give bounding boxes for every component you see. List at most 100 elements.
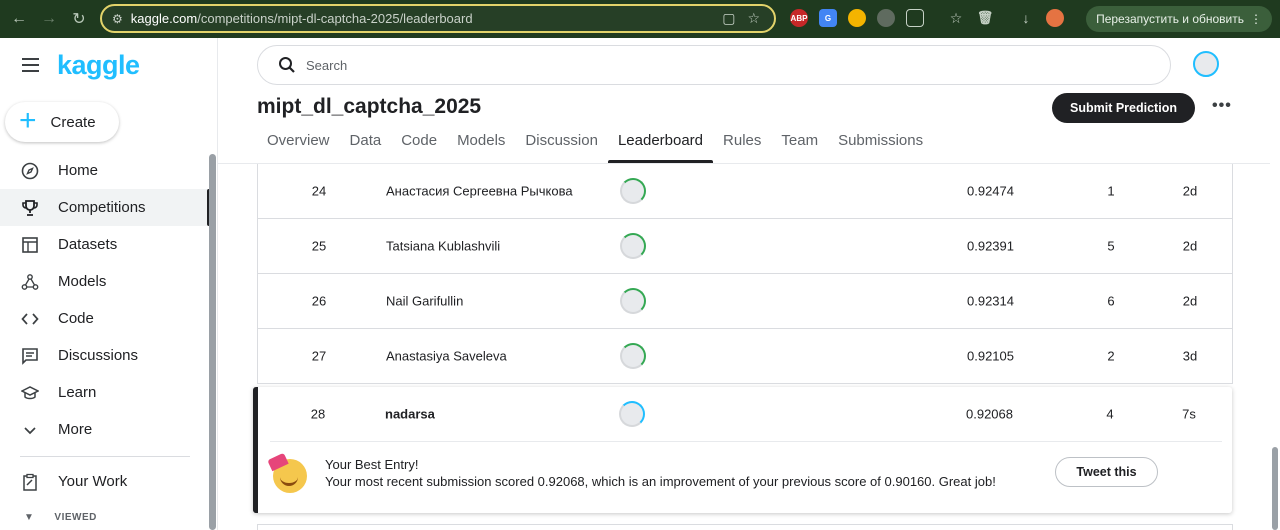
extension-compass-icon[interactable]	[848, 9, 866, 27]
sidebar-item-competitions[interactable]: Competitions	[0, 189, 210, 226]
tab-code[interactable]: Code	[391, 132, 447, 163]
table-row[interactable]: 26 Nail Garifullin 0.92314 6 2d	[257, 274, 1233, 329]
site-settings-icon[interactable]: ⚙	[112, 12, 123, 26]
my-table-row[interactable]: 28 nadarsa 0.92068 4 7s	[258, 387, 1232, 441]
tab-rules[interactable]: Rules	[713, 132, 771, 163]
install-app-icon[interactable]: ▢	[722, 10, 735, 27]
create-label: Create	[50, 113, 96, 131]
kaggle-logo[interactable]: kaggle	[57, 50, 140, 81]
sidebar-item-label: Your Work	[58, 473, 128, 490]
plus-icon: +	[19, 103, 37, 137]
reload-icon[interactable]: ↻	[68, 8, 90, 30]
translate-icon[interactable]: G	[819, 9, 837, 27]
team-name-link[interactable]: Nail Garifullin	[386, 294, 463, 309]
back-icon[interactable]: ←	[8, 8, 30, 30]
team-name-link[interactable]: Анастасия Сергеевна Рычкова	[386, 184, 573, 199]
last-submission-cell: 3d	[1182, 348, 1198, 364]
viewed-label: VIEWED	[54, 512, 97, 523]
browser-toolbar: ← → ↻ ⚙ kaggle.com/competitions/mipt-dl-…	[0, 0, 1280, 38]
search-bar[interactable]	[257, 45, 1171, 85]
page-scrollbar[interactable]	[1272, 447, 1278, 530]
tab-leaderboard[interactable]: Leaderboard	[607, 132, 714, 163]
party-face-icon	[273, 459, 307, 493]
forward-icon[interactable]: →	[38, 8, 60, 30]
clipboard-icon	[21, 473, 39, 491]
sidebar-item-label: Home	[58, 162, 99, 179]
sidebar-item-models[interactable]: Models	[0, 263, 210, 300]
more-options-icon[interactable]: •••	[1212, 97, 1232, 115]
submit-prediction-button[interactable]: Submit Prediction	[1052, 93, 1195, 123]
sidebar-item-label: Learn	[58, 384, 97, 401]
viewed-section-toggle[interactable]: ▼ VIEWED	[24, 512, 97, 523]
tab-team[interactable]: Team	[771, 132, 828, 163]
trash-icon[interactable]: 🗑	[976, 9, 994, 27]
sidebar-item-your-work[interactable]: Your Work	[0, 463, 210, 500]
member-avatar[interactable]	[620, 343, 646, 369]
last-submission-cell: 7s	[1182, 406, 1196, 422]
sidebar-item-label: More	[58, 421, 93, 438]
sidebar-item-datasets[interactable]: Datasets	[0, 226, 210, 263]
sidebar-item-home[interactable]: Home	[0, 152, 210, 189]
best-entry-title: Your Best Entry!	[325, 457, 419, 472]
score-cell: 0.92474	[967, 183, 1014, 199]
sidebar-item-label: Code	[58, 310, 94, 327]
comments-icon	[21, 347, 39, 365]
tab-discussion[interactable]: Discussion	[515, 132, 608, 163]
member-avatar[interactable]	[620, 288, 646, 314]
team-name-link[interactable]: nadarsa	[385, 407, 435, 422]
sidebar-scrollbar[interactable]	[209, 154, 216, 530]
adblock-icon[interactable]: ABP	[790, 9, 808, 27]
score-cell: 0.92314	[967, 293, 1014, 309]
entries-cell: 4	[1106, 406, 1114, 422]
team-name-link[interactable]: Anastasiya Saveleva	[386, 349, 507, 364]
relaunch-label: Перезапустить и обновить	[1096, 12, 1244, 26]
user-avatar[interactable]	[1193, 51, 1219, 77]
code-icon	[21, 310, 39, 328]
rank-cell: 25	[311, 238, 327, 254]
hamburger-menu-icon[interactable]	[22, 58, 39, 76]
sidebar: kaggle + Create Home Competitions Datase…	[0, 38, 218, 530]
sidebar-item-code[interactable]: Code	[0, 300, 210, 337]
rank-cell: 24	[311, 183, 327, 199]
card-divider	[270, 441, 1222, 442]
tab-submissions[interactable]: Submissions	[828, 132, 933, 163]
member-avatar[interactable]	[620, 178, 646, 204]
tab-overview[interactable]: Overview	[257, 132, 340, 163]
sidebar-nav: Home Competitions Datasets Models Code D…	[0, 152, 210, 448]
bookmarks-icon[interactable]: ☆	[947, 9, 965, 27]
entries-cell: 1	[1107, 183, 1115, 199]
sidebar-item-discussions[interactable]: Discussions	[0, 337, 210, 374]
sidebar-item-more[interactable]: More	[0, 411, 210, 448]
url-path: /competitions/mipt-dl-captcha-2025/leade…	[197, 11, 473, 26]
search-input[interactable]	[306, 57, 906, 73]
trophy-icon	[21, 199, 39, 217]
tab-models[interactable]: Models	[447, 132, 515, 163]
table-row[interactable]: 25 Tatsiana Kublashvili 0.92391 5 2d	[257, 219, 1233, 274]
models-icon	[21, 273, 39, 291]
sidebar-item-learn[interactable]: Learn	[0, 374, 210, 411]
tab-data[interactable]: Data	[340, 132, 392, 163]
member-avatar[interactable]	[619, 401, 645, 427]
profile-avatar-icon[interactable]	[1046, 9, 1064, 27]
create-button[interactable]: + Create	[5, 102, 119, 142]
globe-icon[interactable]	[877, 9, 895, 27]
bookmark-star-icon[interactable]: ☆	[747, 10, 760, 27]
score-cell: 0.92068	[966, 406, 1013, 422]
rank-cell: 28	[310, 406, 326, 422]
extensions-area: ABP G ☆ 🗑 ↓	[790, 9, 1064, 27]
address-bar[interactable]: ⚙ kaggle.com/competitions/mipt-dl-captch…	[100, 4, 776, 33]
download-icon[interactable]: ↓	[1017, 9, 1035, 27]
team-name-link[interactable]: Tatsiana Kublashvili	[386, 239, 500, 254]
table-icon	[21, 236, 39, 254]
relaunch-button[interactable]: Перезапустить и обновить ⋮	[1086, 6, 1272, 32]
puzzle-icon[interactable]	[906, 9, 924, 27]
sidebar-item-label: Discussions	[58, 347, 139, 364]
last-submission-cell: 2d	[1182, 183, 1198, 199]
sidebar-item-label: Models	[58, 273, 107, 290]
table-row[interactable]: 24 Анастасия Сергеевна Рычкова 0.92474 1…	[257, 164, 1233, 219]
member-avatar[interactable]	[620, 233, 646, 259]
table-row[interactable]: 27 Anastasiya Saveleva 0.92105 2 3d	[257, 329, 1233, 384]
tweet-button[interactable]: Tweet this	[1055, 457, 1158, 487]
last-submission-cell: 2d	[1182, 238, 1198, 254]
entries-cell: 5	[1107, 238, 1115, 254]
